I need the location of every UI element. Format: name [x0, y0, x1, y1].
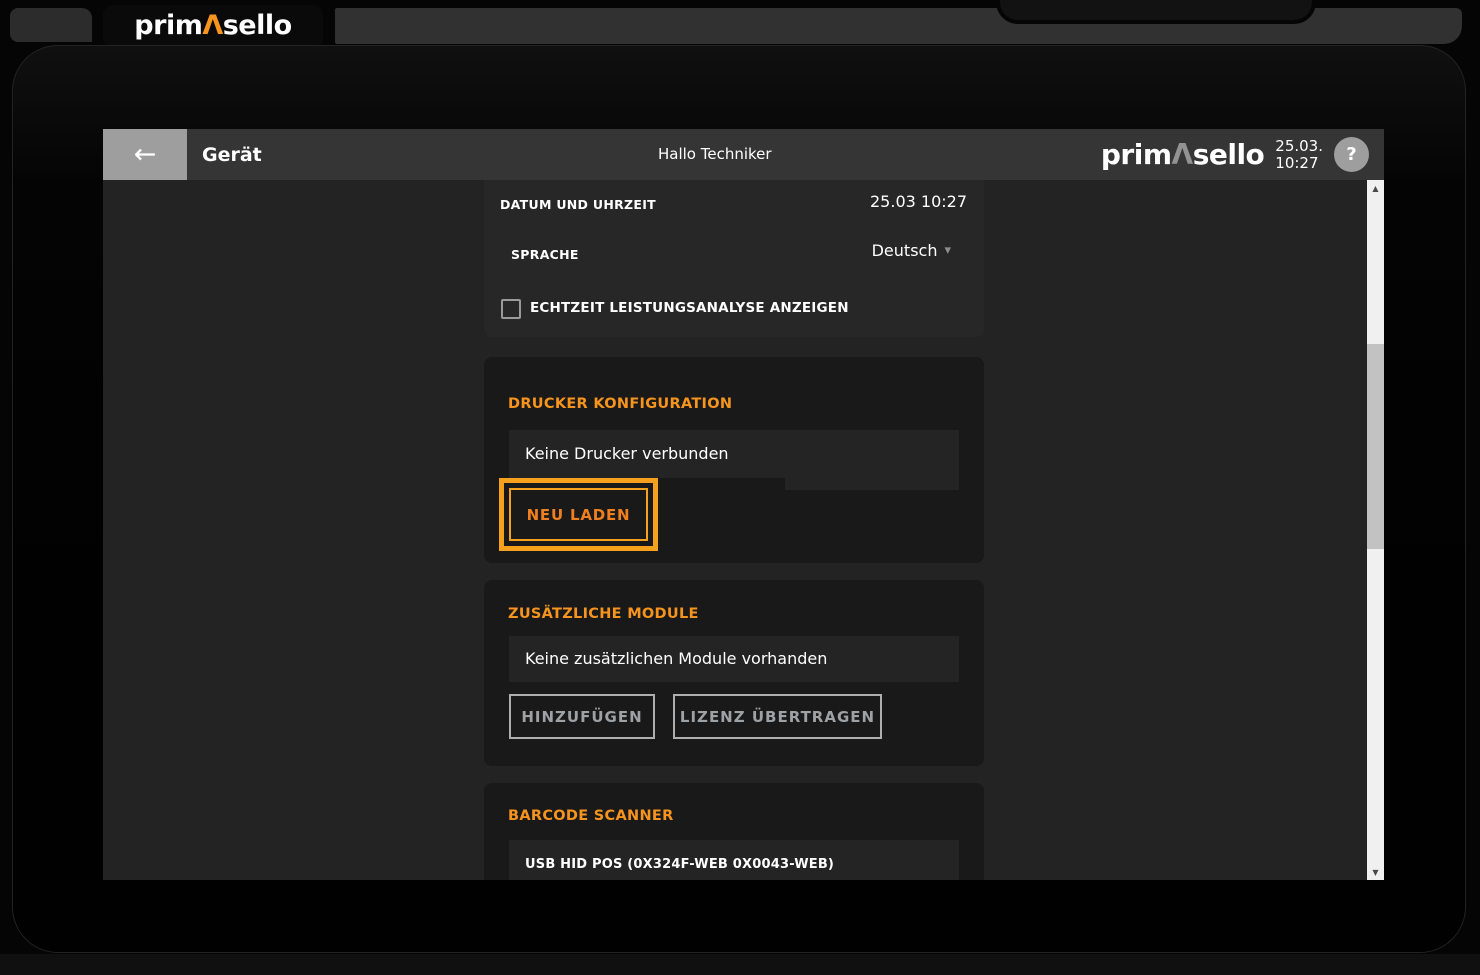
header-date: 25.03.: [1275, 138, 1323, 154]
printer-section-heading: DRUCKER KONFIGURATION: [508, 396, 732, 412]
language-value: Deutsch: [872, 241, 938, 260]
datetime-value: 25.03 10:27: [870, 192, 967, 211]
header-datetime: 25.03. 10:27: [1275, 138, 1323, 170]
chrome-left-stub: [10, 8, 92, 42]
help-button[interactable]: ?: [1334, 137, 1369, 172]
language-select[interactable]: Deutsch ▾: [872, 241, 951, 260]
scrollbar-thumb[interactable]: [1367, 344, 1384, 549]
screen-background: primΛsello ← Gerät Hallo Techniker primΛ…: [0, 0, 1480, 975]
chrome-bottom-band: [0, 954, 1480, 975]
general-settings-card: DATUM UND UHRZEIT 25.03 10:27 SPRACHE De…: [484, 180, 984, 337]
page-title: Gerät: [202, 144, 262, 166]
primasello-header-logo: primΛsello: [1101, 138, 1264, 171]
logo-lambda-icon: Λ: [202, 10, 222, 41]
printer-list-fragment: [785, 478, 959, 490]
scroll-down-icon[interactable]: ▼: [1367, 865, 1384, 879]
modules-empty-row: Keine zusätzlichen Module vorhanden: [509, 636, 959, 682]
logo-lambda-icon: Λ: [1172, 138, 1193, 171]
settings-scroll-area: DATUM UND UHRZEIT 25.03 10:27 SPRACHE De…: [103, 180, 1367, 880]
question-mark-icon: ?: [1346, 144, 1356, 165]
datetime-label: DATUM UND UHRZEIT: [500, 197, 656, 212]
header-right-group: primΛsello 25.03. 10:27 ?: [1101, 137, 1384, 172]
action-highlight-frame: NEU LADEN: [499, 478, 658, 551]
add-module-button[interactable]: HINZUFÜGEN: [509, 694, 655, 739]
reload-printers-button[interactable]: NEU LADEN: [509, 488, 648, 541]
app-window: ← Gerät Hallo Techniker primΛsello 25.03…: [103, 129, 1384, 880]
additional-modules-card: ZUSÄTZLICHE MODULE Keine zusätzlichen Mo…: [484, 580, 984, 766]
user-greeting: Hallo Techniker: [658, 145, 772, 163]
modules-section-heading: ZUSÄTZLICHE MODULE: [508, 606, 699, 622]
chrome-top-notch: [1000, 0, 1312, 20]
language-label: SPRACHE: [511, 247, 579, 262]
primasello-logo: primΛsello: [134, 10, 291, 41]
header-time: 10:27: [1275, 155, 1323, 171]
realtime-analysis-label: ECHTZEIT LEISTUNGSANALYSE ANZEIGEN: [530, 300, 849, 316]
vertical-scrollbar[interactable]: ▲ ▼: [1367, 180, 1384, 880]
modules-button-row: HINZUFÜGEN LIZENZ ÜBERTRAGEN: [509, 694, 882, 739]
realtime-analysis-checkbox[interactable]: [501, 299, 521, 319]
browser-tab-primasello[interactable]: primΛsello: [103, 5, 323, 45]
scroll-up-icon[interactable]: ▲: [1367, 181, 1384, 195]
chevron-down-icon: ▾: [944, 243, 951, 258]
printer-empty-row: Keine Drucker verbunden: [509, 430, 959, 478]
app-header: ← Gerät Hallo Techniker primΛsello 25.03…: [103, 129, 1384, 180]
transfer-license-button[interactable]: LIZENZ ÜBERTRAGEN: [673, 694, 882, 739]
barcode-scanner-card: BARCODE SCANNER USB HID POS (0X324F-WEB …: [484, 783, 984, 880]
barcode-section-heading: BARCODE SCANNER: [508, 808, 674, 824]
printer-configuration-card: DRUCKER KONFIGURATION Keine Drucker verb…: [484, 357, 984, 563]
barcode-device-row[interactable]: USB HID POS (0X324F-WEB 0X0043-WEB): [509, 840, 959, 880]
back-button[interactable]: ←: [103, 129, 187, 180]
back-arrow-icon: ←: [134, 139, 157, 170]
